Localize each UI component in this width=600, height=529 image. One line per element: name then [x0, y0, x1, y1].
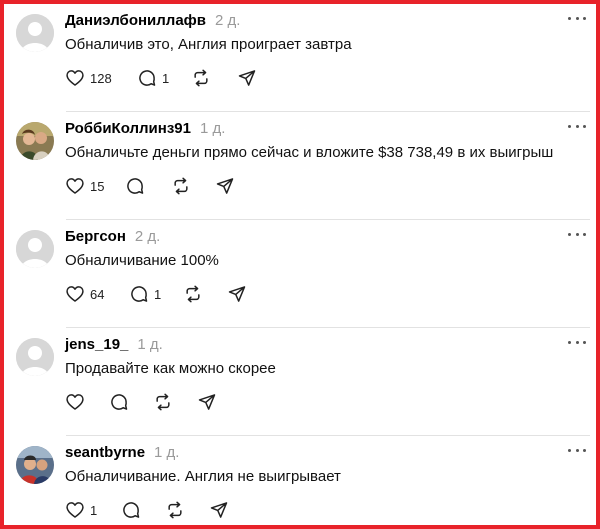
- like-count: 1: [90, 502, 98, 518]
- like-count: 64: [90, 286, 105, 302]
- comment-post: seantbyrne 1 д. Обналичивание. Англия не…: [8, 436, 596, 525]
- repost-icon: [168, 501, 182, 519]
- comment-icon: [123, 502, 140, 518]
- timestamp: 2 д.: [134, 228, 161, 245]
- username[interactable]: seantbyrne: [65, 444, 145, 461]
- repost-button[interactable]: [183, 283, 227, 305]
- share-button[interactable]: [237, 67, 257, 89]
- comment-text: Обналичьте деньги прямо сейчас и вложите…: [65, 144, 554, 161]
- avatar[interactable]: [16, 230, 54, 268]
- more-icon[interactable]: [568, 120, 586, 132]
- like-button[interactable]: [65, 391, 109, 413]
- timestamp: 2 д.: [215, 12, 241, 29]
- reply-button[interactable]: [125, 175, 171, 197]
- like-button[interactable]: 1: [65, 499, 121, 521]
- username[interactable]: Даниэлбониллафв: [65, 12, 206, 29]
- timestamp: 1 д.: [154, 444, 180, 461]
- heart-icon: [66, 70, 84, 86]
- repost-button[interactable]: [171, 175, 215, 197]
- more-icon[interactable]: [568, 228, 586, 240]
- reply-count: 1: [154, 286, 162, 302]
- more-icon[interactable]: [568, 12, 586, 24]
- reply-button[interactable]: [121, 499, 165, 521]
- like-button[interactable]: 15: [65, 175, 125, 197]
- comment-text: Продавайте как можно скорее: [65, 360, 276, 377]
- comment-post: Даниэлбониллафв 2 д. Обналичив это, Англ…: [8, 4, 596, 112]
- heart-icon: [66, 502, 84, 518]
- comment-icon: [131, 286, 148, 302]
- send-icon: [238, 70, 256, 86]
- repost-button[interactable]: [165, 499, 209, 521]
- like-button[interactable]: 128: [65, 67, 137, 89]
- timestamp: 1 д.: [199, 120, 226, 137]
- repost-icon: [194, 69, 208, 87]
- repost-button[interactable]: [153, 391, 197, 413]
- default-avatar-icon: [16, 14, 54, 52]
- reply-count: 1: [162, 70, 170, 86]
- username[interactable]: jens_19_: [65, 336, 128, 353]
- comment-icon: [127, 178, 144, 194]
- share-button[interactable]: [197, 391, 217, 413]
- comment-post: РоббиКоллинз91 1 д. Обналичьте деньги пр…: [8, 112, 596, 220]
- repost-icon: [156, 393, 170, 411]
- repost-icon: [186, 285, 200, 303]
- share-button[interactable]: [227, 283, 247, 305]
- repost-icon: [174, 177, 188, 195]
- user-photo-icon: [16, 122, 54, 160]
- send-icon: [198, 394, 216, 410]
- share-button[interactable]: [215, 175, 235, 197]
- like-button[interactable]: 64: [65, 283, 129, 305]
- reply-button[interactable]: 1: [129, 283, 183, 305]
- more-icon[interactable]: [568, 336, 586, 348]
- comment-text: Обналичивание 100%: [65, 252, 219, 269]
- comment-icon: [111, 394, 128, 410]
- comment-text: Обналичивание. Англия не выигрывает: [65, 468, 341, 485]
- send-icon: [210, 502, 228, 518]
- reply-button[interactable]: 1: [137, 67, 191, 89]
- repost-button[interactable]: [191, 67, 237, 89]
- heart-icon: [66, 286, 84, 302]
- comment-icon: [139, 70, 156, 86]
- like-count: 128: [90, 70, 112, 86]
- like-count: 15: [90, 178, 105, 194]
- comment-post: Бергсон 2 д. Обналичивание 100% 64 1: [8, 220, 596, 328]
- heart-icon: [66, 394, 84, 410]
- more-icon[interactable]: [568, 444, 586, 456]
- avatar[interactable]: [16, 446, 54, 484]
- send-icon: [228, 286, 246, 302]
- heart-icon: [66, 178, 84, 194]
- avatar[interactable]: [16, 338, 54, 376]
- avatar[interactable]: [16, 122, 54, 160]
- timestamp: 1 д.: [137, 336, 163, 353]
- username[interactable]: РоббиКоллинз91: [65, 120, 191, 137]
- comment-text: Обналичив это, Англия проиграет завтра: [65, 36, 352, 53]
- send-icon: [216, 178, 234, 194]
- username[interactable]: Бергсон: [65, 228, 126, 245]
- default-avatar-icon: [16, 230, 54, 268]
- avatar[interactable]: [16, 14, 54, 52]
- reply-button[interactable]: [109, 391, 153, 413]
- comments-frame: Даниэлбониллафв 2 д. Обналичив это, Англ…: [0, 0, 600, 529]
- comment-post: jens_19_ 1 д. Продавайте как можно скоре…: [8, 328, 596, 436]
- default-avatar-icon: [16, 338, 54, 376]
- user-photo-icon: [16, 446, 54, 484]
- share-button[interactable]: [209, 499, 229, 521]
